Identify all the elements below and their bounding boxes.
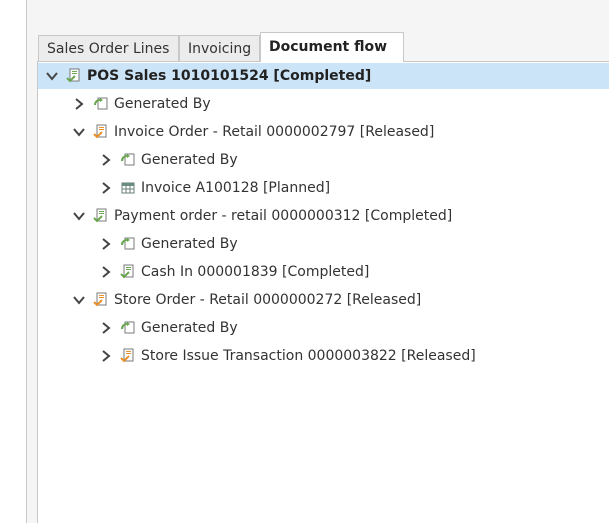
tree-node-generated-by[interactable]: Generated By [38, 147, 609, 173]
chevron-right-icon[interactable] [98, 180, 114, 196]
tree-node-generated-by[interactable]: Generated By [38, 231, 609, 257]
document-released-icon [93, 292, 109, 308]
chevron-right-icon[interactable] [98, 236, 114, 252]
tree-node-label: Store Issue Transaction 0000003822 [Rele… [141, 348, 476, 364]
chevron-down-icon[interactable] [44, 68, 60, 84]
tree-node-generated-by[interactable]: Generated By [38, 315, 609, 341]
tree-node-label: Invoice A100128 [Planned] [141, 180, 331, 196]
tab-document-flow[interactable]: Document flow [260, 32, 404, 62]
tree-node-label: Generated By [141, 152, 238, 168]
document-released-icon [93, 124, 109, 140]
document-completed-icon [66, 68, 82, 84]
generated-by-icon [120, 320, 136, 336]
chevron-right-icon[interactable] [98, 264, 114, 280]
tree-node-label: Cash In 000001839 [Completed] [141, 264, 370, 280]
document-flow-tree: POS Sales 1010101524 [Completed] Generat… [37, 61, 609, 523]
document-completed-icon [93, 208, 109, 224]
document-released-icon [120, 348, 136, 364]
tree-node-label: Generated By [141, 320, 238, 336]
generated-by-icon [93, 96, 109, 112]
generated-by-icon [120, 236, 136, 252]
tree-node-label: Generated By [141, 236, 238, 252]
tree-node-payment-order[interactable]: Payment order - retail 0000000312 [Compl… [38, 203, 609, 229]
tab-sales-order-lines[interactable]: Sales Order Lines [38, 35, 179, 61]
tree-node-store-issue[interactable]: Store Issue Transaction 0000003822 [Rele… [38, 343, 609, 369]
tree-node-pos-sales[interactable]: POS Sales 1010101524 [Completed] [38, 63, 609, 89]
chevron-right-icon[interactable] [98, 320, 114, 336]
tree-node-label: POS Sales 1010101524 [Completed] [87, 68, 372, 84]
chevron-down-icon[interactable] [71, 208, 87, 224]
tab-strip: Sales Order Lines Invoicing Document flo… [38, 32, 609, 62]
chevron-right-icon[interactable] [98, 348, 114, 364]
chevron-down-icon[interactable] [71, 292, 87, 308]
document-completed-icon [120, 264, 136, 280]
tree-node-label: Payment order - retail 0000000312 [Compl… [114, 208, 453, 224]
tree-node-invoice[interactable]: Invoice A100128 [Planned] [38, 175, 609, 201]
left-panel [0, 0, 27, 523]
generated-by-icon [120, 152, 136, 168]
tree-node-cash-in[interactable]: Cash In 000001839 [Completed] [38, 259, 609, 285]
chevron-down-icon[interactable] [71, 124, 87, 140]
tree-node-generated-by[interactable]: Generated By [38, 91, 609, 117]
tree-node-label: Store Order - Retail 0000000272 [Release… [114, 292, 422, 308]
tree-node-label: Generated By [114, 96, 211, 112]
chevron-right-icon[interactable] [71, 96, 87, 112]
tree-node-store-order[interactable]: Store Order - Retail 0000000272 [Release… [38, 287, 609, 313]
tree-node-label: Invoice Order - Retail 0000002797 [Relea… [114, 124, 435, 140]
chevron-right-icon[interactable] [98, 152, 114, 168]
invoice-grid-icon [120, 180, 136, 196]
tab-invoicing[interactable]: Invoicing [179, 35, 260, 61]
tree-node-invoice-order[interactable]: Invoice Order - Retail 0000002797 [Relea… [38, 119, 609, 145]
